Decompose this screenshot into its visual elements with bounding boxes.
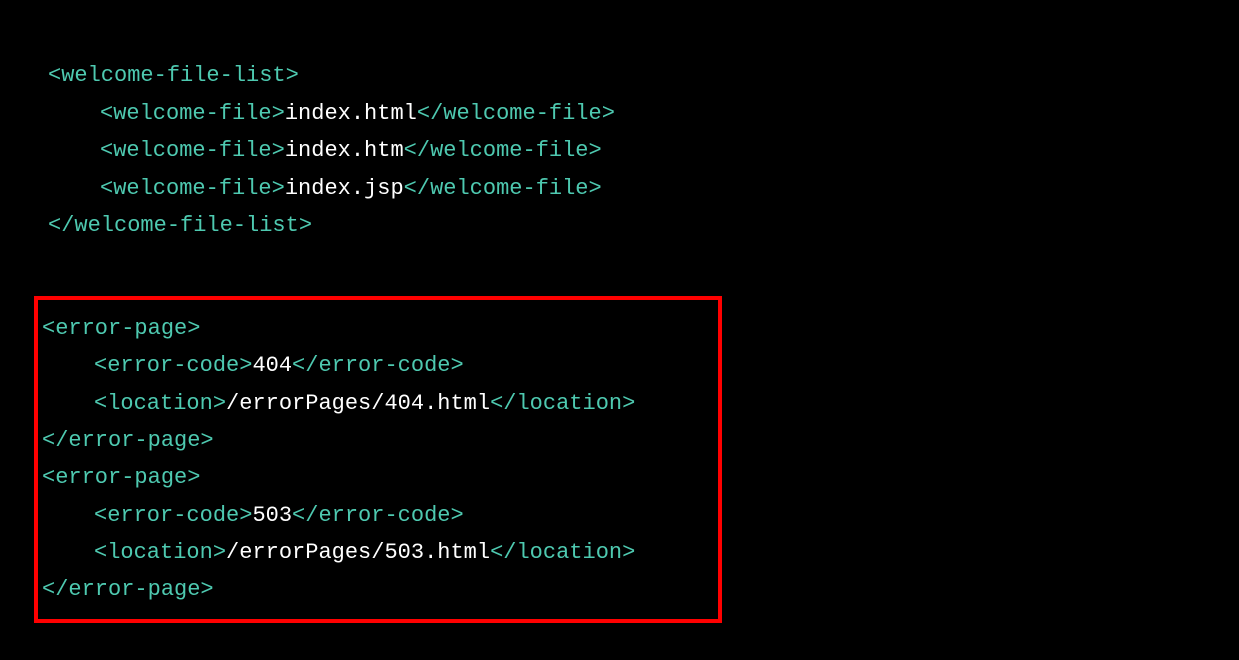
welcome-file-list-close-tag: </welcome-file-list> xyxy=(48,213,312,238)
error-code-open-tag: <error-code> xyxy=(94,503,252,528)
location-value: /errorPages/503.html xyxy=(226,540,490,565)
welcome-file-open-tag: <welcome-file> xyxy=(100,101,285,126)
welcome-file-value: index.htm xyxy=(285,138,404,163)
location-close-tag: </location> xyxy=(490,540,635,565)
welcome-file-open-tag: <welcome-file> xyxy=(100,176,285,201)
welcome-file-close-tag: </welcome-file> xyxy=(404,176,602,201)
location-open-tag: <location> xyxy=(94,540,226,565)
error-page-close-tag: </error-page> xyxy=(42,577,214,602)
error-code-value: 503 xyxy=(252,503,292,528)
error-page-open-tag: <error-page> xyxy=(42,316,200,341)
error-page-highlight-box: <error-page> <error-code>404</error-code… xyxy=(34,296,722,623)
error-code-close-tag: </error-code> xyxy=(292,353,464,378)
location-close-tag: </location> xyxy=(490,391,635,416)
welcome-file-list-block: <welcome-file-list> <welcome-file>index.… xyxy=(48,57,1191,244)
welcome-file-close-tag: </welcome-file> xyxy=(404,138,602,163)
error-code-value: 404 xyxy=(252,353,292,378)
error-code-open-tag: <error-code> xyxy=(94,353,252,378)
error-code-close-tag: </error-code> xyxy=(292,503,464,528)
error-page-open-tag: <error-page> xyxy=(42,465,200,490)
welcome-file-value: index.html xyxy=(285,101,417,126)
location-open-tag: <location> xyxy=(94,391,226,416)
error-page-close-tag: </error-page> xyxy=(42,428,214,453)
location-value: /errorPages/404.html xyxy=(226,391,490,416)
code-editor: <welcome-file-list> <welcome-file>index.… xyxy=(48,20,1191,660)
welcome-file-open-tag: <welcome-file> xyxy=(100,138,285,163)
welcome-file-value: index.jsp xyxy=(285,176,404,201)
welcome-file-close-tag: </welcome-file> xyxy=(417,101,615,126)
welcome-file-list-open-tag: <welcome-file-list> xyxy=(48,63,299,88)
